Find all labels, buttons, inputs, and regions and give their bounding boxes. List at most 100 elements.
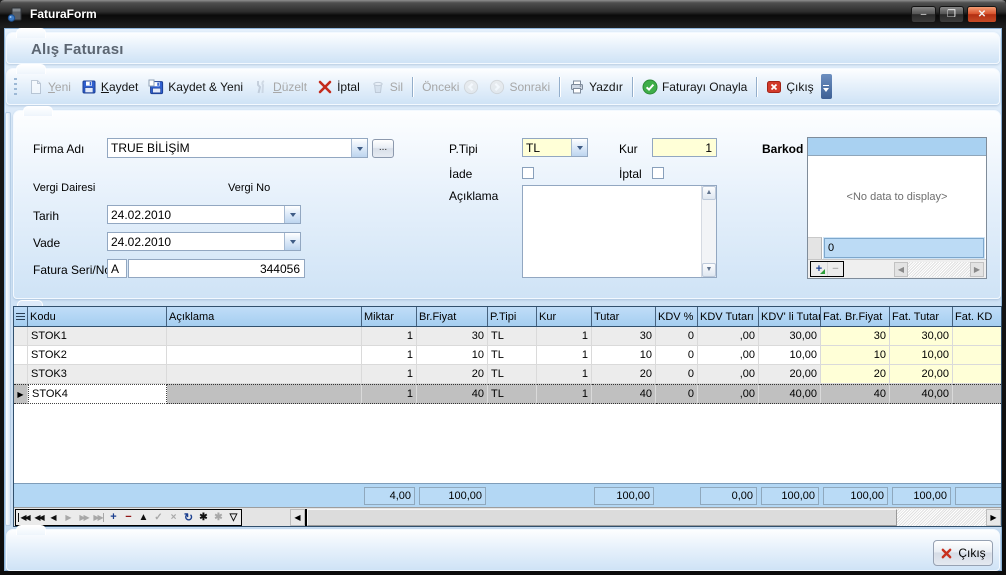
grid-cell-miktar[interactable]: 1 [362,384,417,404]
grid-cell-kdv_yuzde[interactable]: 0 [656,365,698,384]
grid-column-header-tutar[interactable]: Tutar [592,307,656,326]
nav-prior-icon[interactable]: ◀ [46,510,61,525]
firma-adi-combobox[interactable]: TRUE BİLİŞİM [107,138,368,158]
grid-cell-tutar[interactable]: 20 [592,365,656,384]
scroll-up-icon[interactable]: ▲ [702,186,716,200]
grid-cell-miktar[interactable]: 1 [362,327,417,346]
minimize-button[interactable]: – [911,6,936,23]
toolbar-overflow-button[interactable] [821,74,832,99]
toolbar-button-iptal[interactable]: İptal [312,76,365,98]
grid-cell-tutar[interactable]: 10 [592,346,656,365]
grid-horizontal-scrollbar[interactable]: ◀▶ [290,509,1001,526]
grid-column-header-fat_kd[interactable]: Fat. KD [953,307,1002,326]
grid-column-header-kodu[interactable]: Kodu [28,307,167,326]
toolbar-button-kaydet-yeni[interactable]: Kaydet & Yeni [143,76,248,98]
grid-cell-fat_br_fiyat[interactable]: 30 [821,327,890,346]
toolbar-button-faturayi-onayla[interactable]: Faturayı Onayla [637,76,752,98]
grid-cell-fat_tutar[interactable]: 40,00 [890,384,953,404]
grid-cell-kur[interactable]: 1 [537,327,592,346]
nav-filter-icon[interactable]: ▽ [226,510,241,525]
delete-row-button[interactable]: − [827,262,843,276]
nav-prior-page-icon[interactable]: ◀◀ [31,510,46,525]
grid-cell-p_tipi[interactable]: TL [488,346,537,365]
grid-cell-kdv_tutari[interactable]: ,00 [698,346,759,365]
chevron-down-icon[interactable] [284,233,300,250]
fatura-seri-input[interactable]: A [107,259,127,278]
grid-cell-kodu[interactable]: STOK2 [28,346,167,365]
iptal-checkbox[interactable] [652,167,664,179]
grid-cell-fat_br_fiyat[interactable]: 40 [821,384,890,404]
grid-column-header-kur[interactable]: Kur [537,307,592,326]
grid-column-header-kdv_yuzde[interactable]: KDV % [656,307,698,326]
grid-cell-br_fiyat[interactable]: 40 [417,384,488,404]
grid-cell-aciklama[interactable] [167,365,362,384]
chevron-down-icon[interactable] [284,206,300,223]
nav-first-icon[interactable]: ◀◀ [16,510,31,525]
grid-cell-kodu[interactable]: STOK4 [28,384,167,404]
insert-row-button[interactable]: + [811,262,827,276]
nav-delete-icon[interactable]: − [121,510,136,525]
scroll-right-icon[interactable]: ▶ [986,509,1001,526]
grid-cell-kdv_yuzde[interactable]: 0 [656,346,698,365]
nav-insert-icon[interactable]: + [106,510,121,525]
grid-cell-fat_br_fiyat[interactable]: 10 [821,346,890,365]
grid-cell-kdv_tutari[interactable]: ,00 [698,384,759,404]
grid-row-STOK3[interactable]: STOK3120TL1200,0020,002020,00 [14,365,1001,384]
barkod-grid-header[interactable] [808,138,986,156]
toolbar-button-kaydet[interactable]: Kaydet [76,76,143,98]
grid-cell-fat_kd[interactable] [953,327,1002,346]
grid-cell-kdvli_tutar[interactable]: 10,00 [759,346,821,365]
grid-cell-miktar[interactable]: 1 [362,346,417,365]
scroll-down-icon[interactable]: ▼ [702,263,716,277]
scrollbar-track[interactable] [908,262,970,277]
grid-column-header-fat_tutar[interactable]: Fat. Tutar [890,307,953,326]
grid-cell-p_tipi[interactable]: TL [488,384,537,404]
scroll-right-icon[interactable]: ▶ [970,262,984,277]
grid-cell-br_fiyat[interactable]: 10 [417,346,488,365]
grid-cell-fat_tutar[interactable]: 10,00 [890,346,953,365]
grid-column-header-p_tipi[interactable]: P.Tipi [488,307,537,326]
grid-cell-fat_br_fiyat[interactable]: 20 [821,365,890,384]
grid-column-header-kdvli_tutar[interactable]: KDV' li Tutar [759,307,821,326]
grid-column-header-br_fiyat[interactable]: Br.Fiyat [417,307,488,326]
grid-cell-kdv_yuzde[interactable]: 0 [656,384,698,404]
grid-cell-kdv_tutari[interactable]: ,00 [698,327,759,346]
grid-cell-fat_kd[interactable] [953,346,1002,365]
grid-cell-fat_kd[interactable] [953,384,1002,404]
toolbar-button-cikis[interactable]: Çıkış [761,76,818,98]
left-splitter[interactable] [5,112,11,526]
grid-cell-tutar[interactable]: 40 [592,384,656,404]
barkod-horizontal-scrollbar[interactable]: ◀ ▶ [894,262,984,277]
grid-cell-kdv_yuzde[interactable]: 0 [656,327,698,346]
scroll-left-icon[interactable]: ◀ [290,509,305,526]
grid-cell-kdvli_tutar[interactable]: 40,00 [759,384,821,404]
grid-cell-kdv_tutari[interactable]: ,00 [698,365,759,384]
aciklama-textarea[interactable]: ▲ ▼ [522,185,717,278]
p-tipi-combobox[interactable]: TL [522,138,588,157]
kur-input[interactable]: 1 [652,138,717,157]
barkod-editor-cell[interactable]: 0 [824,238,984,258]
grid-column-header-fat_br_fiyat[interactable]: Fat. Br.Fiyat [821,307,890,326]
grid-column-header-aciklama[interactable]: Açıklama [167,307,362,326]
grid-cell-p_tipi[interactable]: TL [488,365,537,384]
grid-cell-fat_tutar[interactable]: 20,00 [890,365,953,384]
grid-cell-aciklama[interactable] [167,384,362,404]
grid-indicator-header[interactable] [14,307,28,326]
grid-column-header-kdv_tutari[interactable]: KDV Tutarı [698,307,759,326]
close-button[interactable]: ✕ [967,6,997,23]
maximize-button[interactable]: ❒ [939,6,964,23]
scrollbar-track[interactable] [897,509,986,526]
grid-cell-br_fiyat[interactable]: 30 [417,327,488,346]
chevron-down-icon[interactable] [571,139,587,156]
grid-row-STOK4[interactable]: ▶STOK4140TL1400,0040,004040,00 [14,384,1001,404]
exit-button[interactable]: Çıkış [933,540,993,566]
grid-cell-aciklama[interactable] [167,346,362,365]
vertical-scrollbar[interactable]: ▲ ▼ [701,186,716,277]
nav-bookmark-icon[interactable]: ✱ [196,510,211,525]
iade-checkbox[interactable] [522,167,534,179]
grid-cell-p_tipi[interactable]: TL [488,327,537,346]
grid-row-STOK2[interactable]: STOK2110TL1100,0010,001010,00 [14,346,1001,365]
grid-cell-fat_kd[interactable] [953,365,1002,384]
grid-cell-kdvli_tutar[interactable]: 30,00 [759,327,821,346]
fatura-no-input[interactable]: 344056 [128,259,305,278]
